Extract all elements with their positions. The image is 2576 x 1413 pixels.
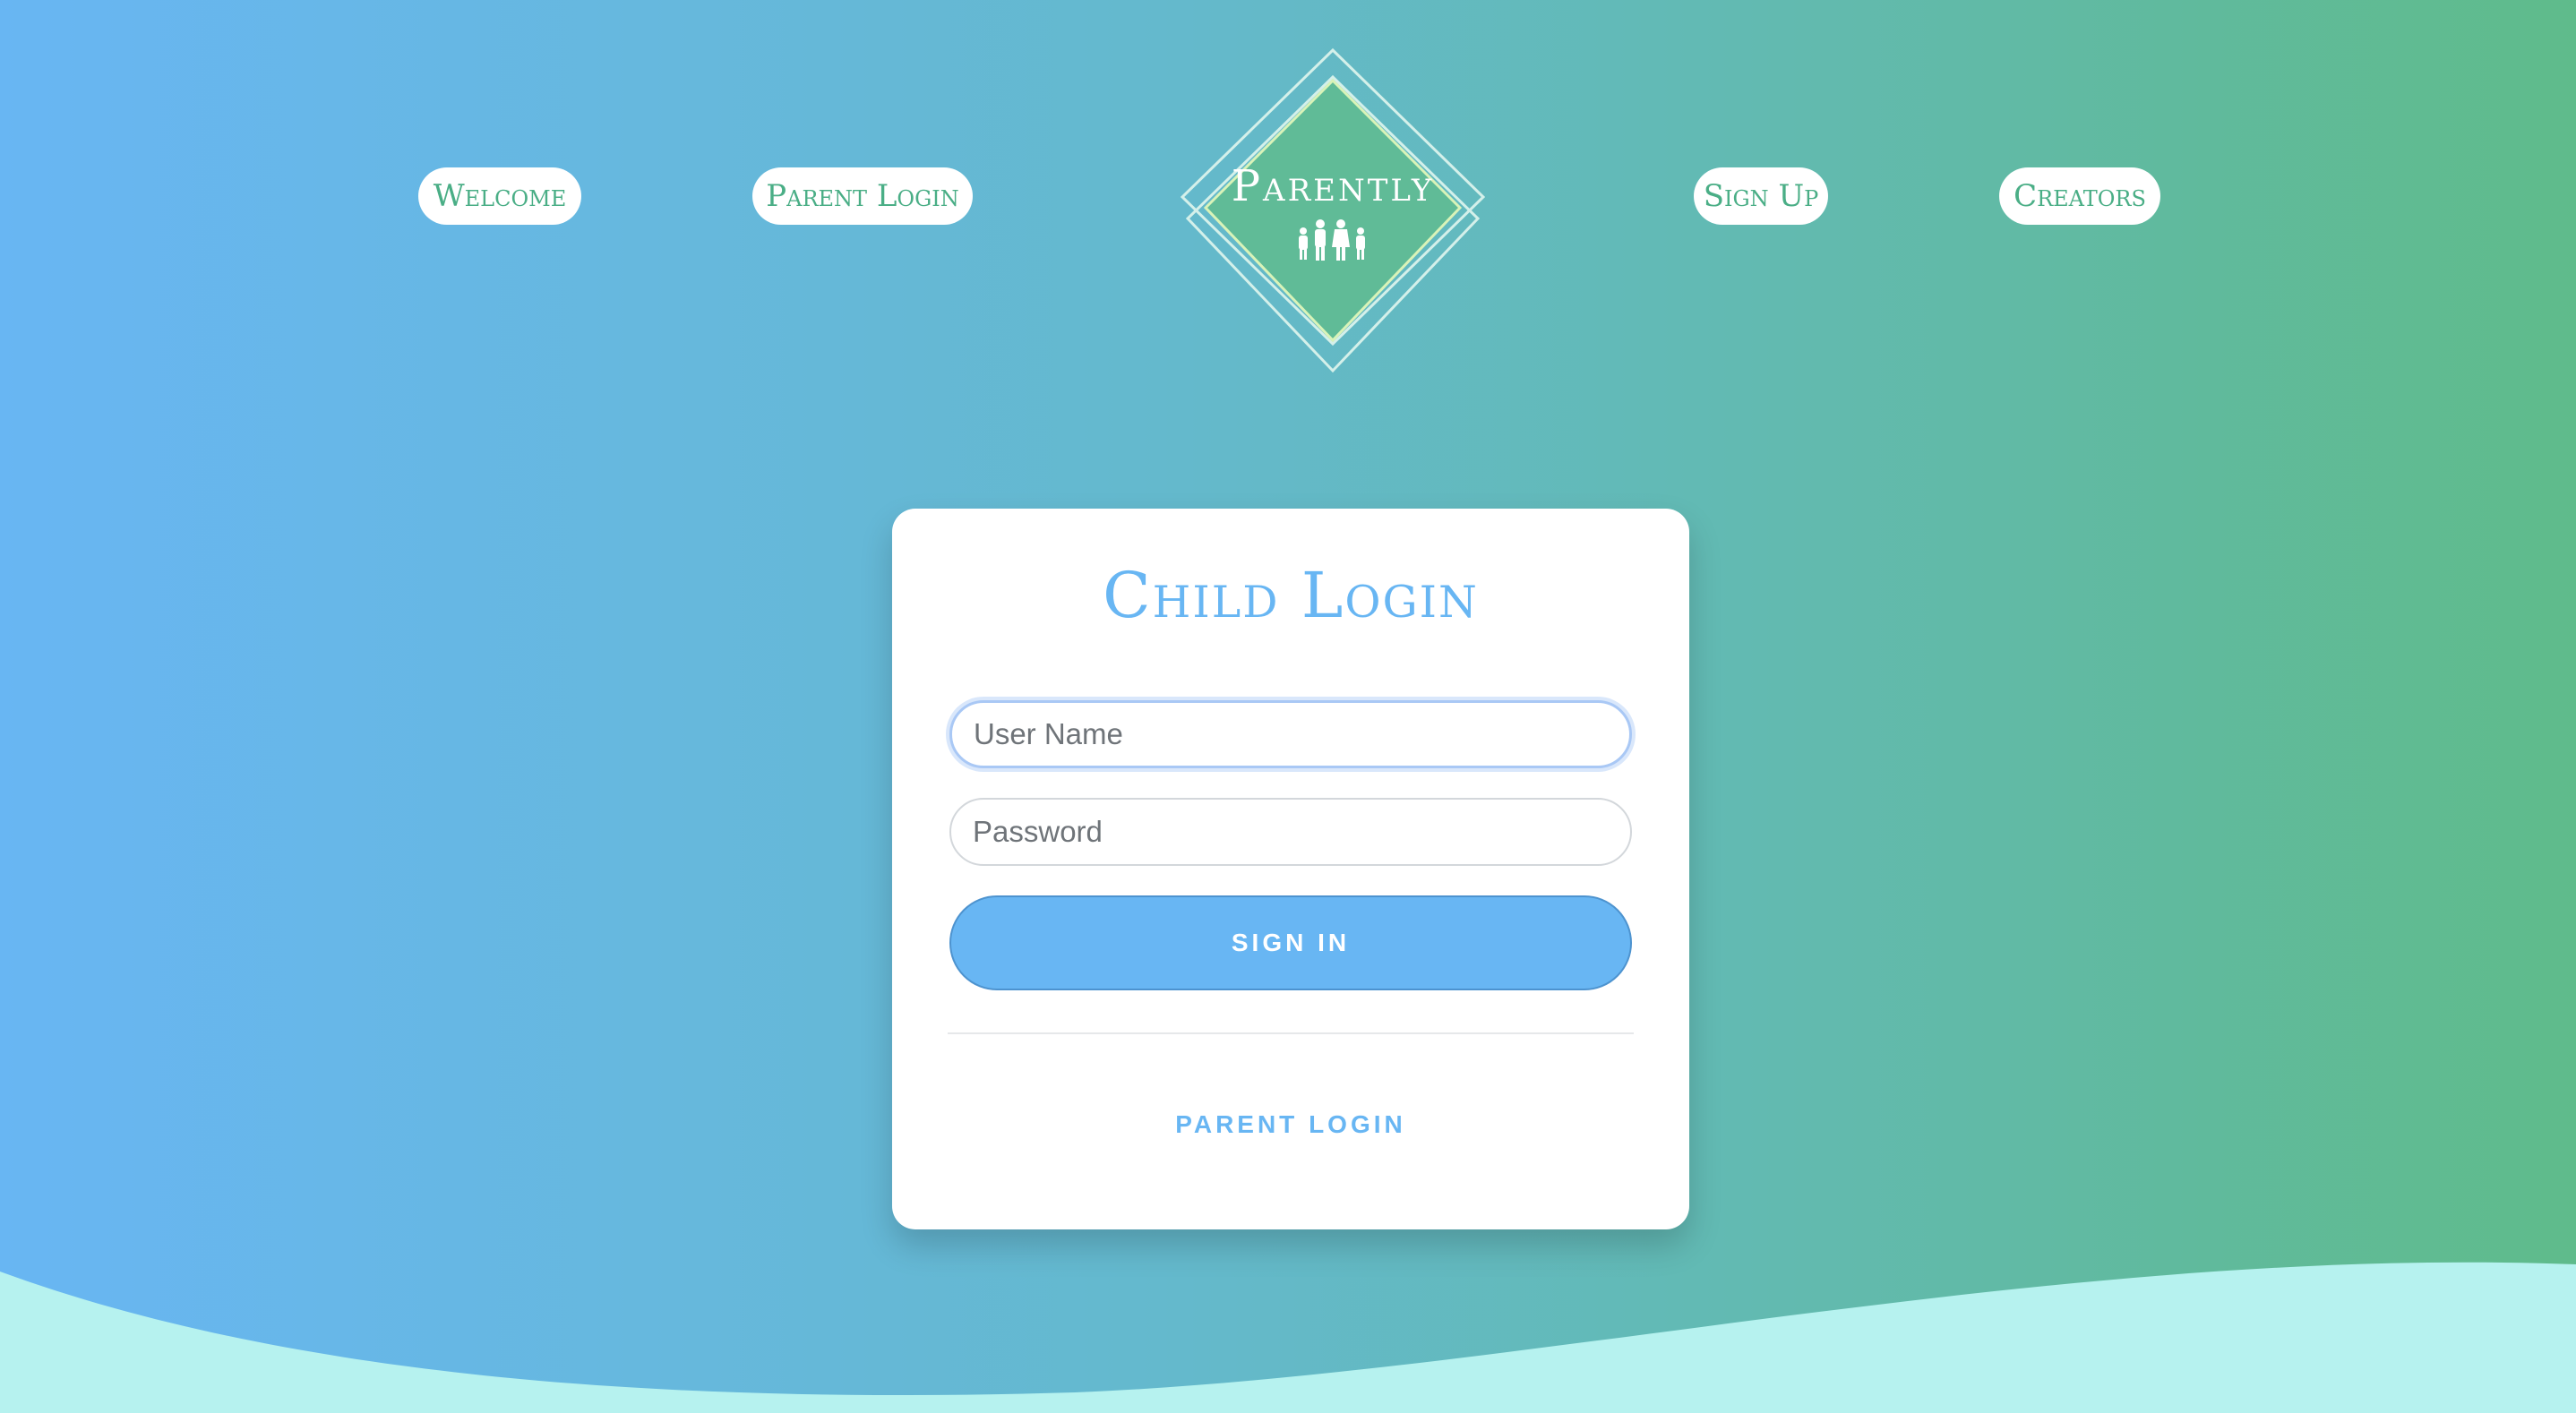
logo-text: Parently — [1231, 161, 1435, 211]
card-title: Child Login — [1103, 559, 1479, 632]
password-input[interactable] — [949, 798, 1632, 866]
child-login-card: Child Login SIGN IN PARENT LOGIN — [892, 509, 1689, 1229]
parent-login-link[interactable]: PARENT LOGIN — [892, 1110, 1689, 1139]
sign-in-button[interactable]: SIGN IN — [949, 895, 1632, 990]
family-icon — [1299, 219, 1365, 261]
nav-parent-login-button[interactable]: Parent Login — [752, 167, 973, 225]
nav-creators-button[interactable]: Creators — [1999, 167, 2160, 225]
nav-welcome-button[interactable]: Welcome — [418, 167, 581, 225]
divider — [948, 1032, 1634, 1034]
username-input[interactable] — [949, 700, 1632, 768]
nav-sign-up-button[interactable]: Sign Up — [1694, 167, 1828, 225]
